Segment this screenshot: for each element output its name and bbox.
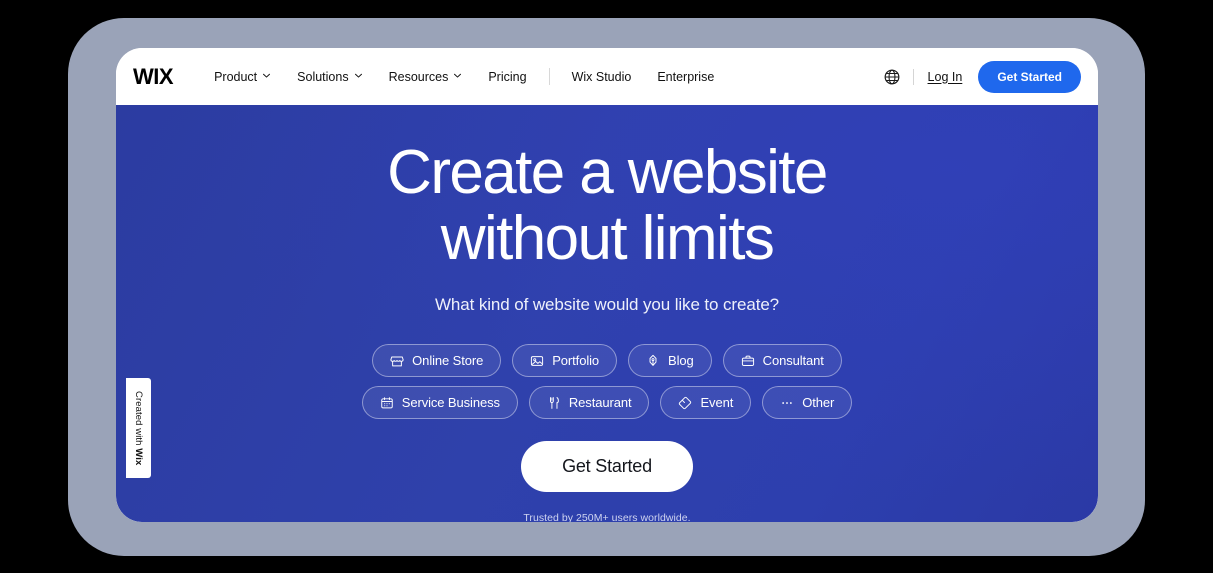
nav-item-pricing[interactable]: Pricing — [475, 64, 539, 90]
chip-row-2: Service Business Restaurant Event Other — [361, 386, 853, 420]
chevron-down-icon — [262, 71, 271, 80]
chip-label: Other — [802, 395, 835, 411]
page-title: Create a website without limits — [387, 138, 828, 273]
store-icon — [390, 354, 404, 368]
hero-title-line-2: without limits — [440, 203, 775, 273]
nav-item-label: Product — [214, 69, 258, 84]
chip-other[interactable]: Other — [762, 386, 853, 420]
chip-label: Blog — [668, 353, 694, 369]
chip-label: Portfolio — [552, 353, 600, 369]
nav-item-label: Wix Studio — [571, 69, 632, 84]
chip-label: Event — [700, 395, 734, 411]
log-in-link[interactable]: Log In — [928, 70, 963, 84]
globe-icon[interactable] — [883, 68, 901, 86]
nav-item-label: Pricing — [488, 69, 527, 84]
chip-event[interactable]: Event — [660, 386, 752, 420]
nav-separator — [912, 68, 914, 85]
cta-container: Get Started — [521, 441, 693, 493]
created-with-brand: Wix — [133, 448, 144, 466]
nav-item-wix-studio[interactable]: Wix Studio — [559, 64, 645, 90]
chip-label: Online Store — [412, 353, 484, 369]
created-with-wix-label: Created with Wix — [133, 391, 144, 465]
top-navigation-bar: WIX Product Solutions Resources Pricing … — [116, 48, 1098, 105]
chip-consultant[interactable]: Consultant — [722, 344, 842, 378]
screenshot-stage: WIX Product Solutions Resources Pricing … — [0, 0, 1213, 573]
chip-portfolio[interactable]: Portfolio — [512, 344, 618, 378]
created-with-prefix: Created with — [133, 390, 144, 449]
nav-item-resources[interactable]: Resources — [376, 64, 476, 90]
nav-divider — [548, 68, 550, 85]
chevron-down-icon — [453, 71, 462, 80]
hero-title-line-1: Create a website — [387, 138, 828, 207]
nav-item-label: Resources — [388, 69, 449, 84]
pen-nib-icon — [646, 354, 660, 368]
nav-item-product[interactable]: Product — [201, 64, 284, 90]
chip-label: Service Business — [401, 395, 500, 411]
trust-text: Trusted by 250M+ users worldwide. — [523, 512, 691, 522]
get-started-cta-button[interactable]: Get Started — [521, 441, 693, 493]
chip-blog[interactable]: Blog — [628, 344, 712, 378]
hero-section: Create a website without limits What kin… — [116, 105, 1098, 522]
chip-service-business[interactable]: Service Business — [361, 386, 518, 420]
nav-right-group: Log In Get Started — [883, 60, 1098, 93]
chevron-down-icon — [354, 71, 363, 80]
calendar-icon — [380, 396, 394, 410]
nav-item-enterprise[interactable]: Enterprise — [644, 64, 727, 90]
chip-restaurant[interactable]: Restaurant — [528, 386, 650, 420]
image-icon — [530, 354, 544, 368]
ticket-icon — [678, 396, 692, 410]
created-with-wix-badge[interactable]: Created with Wix — [126, 378, 151, 478]
get-started-nav-button[interactable]: Get Started — [978, 60, 1081, 93]
wix-logo[interactable]: WIX — [133, 65, 174, 88]
nav-item-label: Solutions — [297, 69, 349, 84]
primary-nav-links: Product Solutions Resources Pricing Wix … — [201, 64, 727, 90]
nav-item-solutions[interactable]: Solutions — [284, 64, 375, 90]
chip-online-store[interactable]: Online Store — [372, 344, 502, 378]
cutlery-icon — [547, 396, 561, 410]
website-type-chip-group: Online Store Portfolio Blog Consultant S… — [361, 344, 853, 420]
briefcase-icon — [741, 354, 755, 368]
chip-label: Consultant — [762, 353, 824, 369]
nav-item-label: Enterprise — [657, 69, 715, 84]
ellipsis-icon — [780, 396, 794, 410]
hero-subtitle: What kind of website would you like to c… — [434, 295, 780, 315]
browser-window: WIX Product Solutions Resources Pricing … — [116, 48, 1098, 522]
chip-label: Restaurant — [568, 395, 632, 411]
chip-row-1: Online Store Portfolio Blog Consultant — [372, 344, 842, 378]
